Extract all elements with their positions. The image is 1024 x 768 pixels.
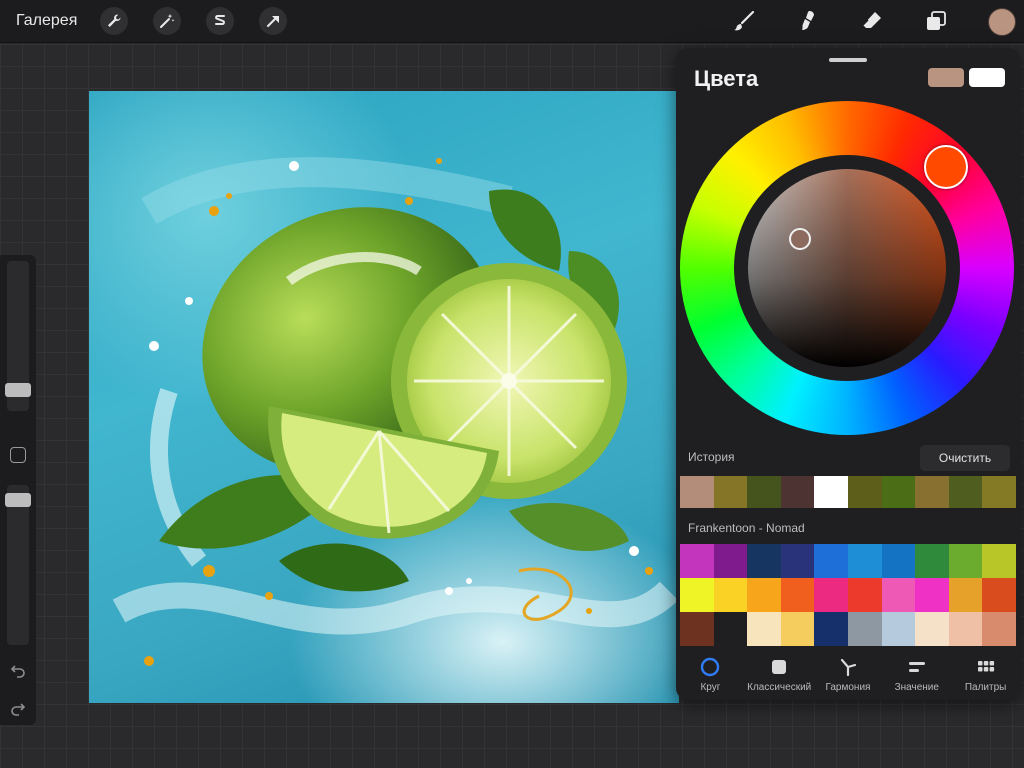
palette-swatch[interactable] — [814, 544, 848, 578]
palette-swatch[interactable] — [747, 578, 781, 612]
grid-icon — [975, 656, 997, 678]
history-swatch[interactable] — [680, 476, 714, 508]
palette-swatch[interactable] — [747, 612, 781, 646]
palette-swatch[interactable] — [747, 544, 781, 578]
palette-swatch[interactable] — [780, 578, 815, 612]
disc-icon — [699, 656, 721, 678]
magic-wand-icon[interactable] — [153, 7, 181, 35]
history-swatch[interactable] — [847, 476, 882, 508]
selection-icon[interactable] — [206, 7, 234, 35]
smudge-icon[interactable] — [794, 7, 822, 35]
palette-swatch[interactable] — [713, 612, 748, 646]
tab-label: Классический — [747, 682, 812, 693]
history-swatch[interactable] — [948, 476, 983, 508]
palette-swatch[interactable] — [847, 544, 882, 578]
palette-swatch[interactable] — [881, 578, 916, 612]
panel-title: Цвета — [694, 66, 759, 91]
saturation-knob[interactable] — [789, 228, 811, 250]
palette-swatch[interactable] — [814, 612, 848, 646]
palette-swatch[interactable] — [881, 544, 916, 578]
palette-swatches — [680, 544, 1016, 646]
harmony-icon — [837, 656, 859, 678]
gallery-button[interactable]: Галерея — [16, 12, 77, 30]
layers-icon[interactable] — [922, 7, 950, 35]
colors-panel: Цвета История Очистить Frankentoon - Nom… — [676, 48, 1020, 700]
history-swatch[interactable] — [713, 476, 748, 508]
history-swatches — [680, 476, 1016, 508]
palette-swatch[interactable] — [847, 612, 882, 646]
history-swatch[interactable] — [814, 476, 848, 508]
tab-classic[interactable]: Классический — [745, 650, 814, 700]
color-mode-tabs: Круг Классический Гармония Значение Пали… — [676, 650, 1020, 700]
current-color-button[interactable] — [988, 8, 1016, 36]
palette-swatch[interactable] — [680, 544, 714, 578]
tab-label: Круг — [700, 682, 721, 693]
square-icon — [768, 656, 790, 678]
drawing-canvas[interactable] — [89, 91, 679, 703]
palette-swatch[interactable] — [948, 612, 983, 646]
saturation-brightness-disc[interactable] — [748, 169, 946, 367]
palette-swatch[interactable] — [881, 612, 916, 646]
history-swatch[interactable] — [915, 476, 949, 508]
history-label: История — [688, 450, 735, 464]
tab-label: Гармония — [825, 682, 871, 693]
tab-label: Значение — [894, 682, 939, 693]
palette-swatch[interactable] — [982, 578, 1016, 612]
eraser-icon[interactable] — [858, 7, 886, 35]
palette-swatch[interactable] — [713, 578, 748, 612]
palette-swatch[interactable] — [915, 578, 949, 612]
opacity-handle[interactable] — [5, 493, 31, 507]
palette-swatch[interactable] — [713, 544, 748, 578]
sliders-icon — [906, 656, 928, 678]
wrench-icon[interactable] — [100, 7, 128, 35]
tab-disc[interactable]: Круг — [676, 650, 745, 700]
history-swatch[interactable] — [747, 476, 781, 508]
palette-swatch[interactable] — [780, 612, 815, 646]
secondary-color-swatch[interactable] — [969, 68, 1005, 87]
palette-swatch[interactable] — [680, 578, 714, 612]
palette-swatch[interactable] — [982, 612, 1016, 646]
tab-palettes[interactable]: Палитры — [951, 650, 1020, 700]
undo-icon[interactable] — [8, 660, 28, 680]
palette-swatch[interactable] — [948, 544, 983, 578]
palette-swatch[interactable] — [814, 578, 848, 612]
top-toolbar: Галерея — [0, 0, 1024, 42]
palette-swatch[interactable] — [982, 544, 1016, 578]
brush-icon[interactable] — [730, 7, 758, 35]
redo-icon[interactable] — [8, 698, 28, 718]
history-swatch[interactable] — [982, 476, 1016, 508]
palette-swatch[interactable] — [680, 612, 714, 646]
palette-swatch[interactable] — [915, 612, 949, 646]
palette-name: Frankentoon - Nomad — [688, 521, 805, 535]
primary-color-swatch[interactable] — [928, 68, 964, 87]
brush-size-handle[interactable] — [5, 383, 31, 397]
palette-swatch[interactable] — [847, 578, 882, 612]
palette-swatch[interactable] — [780, 544, 815, 578]
hue-knob[interactable] — [924, 145, 968, 189]
tab-value[interactable]: Значение — [882, 650, 951, 700]
palette-swatch[interactable] — [948, 578, 983, 612]
palette-swatch[interactable] — [915, 544, 949, 578]
left-sidebar — [0, 255, 36, 725]
clear-history-button[interactable]: Очистить — [920, 445, 1010, 471]
panel-grabber[interactable] — [829, 58, 867, 62]
modify-button[interactable] — [10, 447, 26, 463]
transform-arrow-icon[interactable] — [259, 7, 287, 35]
history-swatch[interactable] — [881, 476, 916, 508]
opacity-slider[interactable] — [7, 485, 29, 645]
lime-painting — [112, 157, 679, 666]
tab-label: Палитры — [964, 682, 1007, 693]
history-swatch[interactable] — [780, 476, 815, 508]
tab-harmony[interactable]: Гармония — [814, 650, 883, 700]
